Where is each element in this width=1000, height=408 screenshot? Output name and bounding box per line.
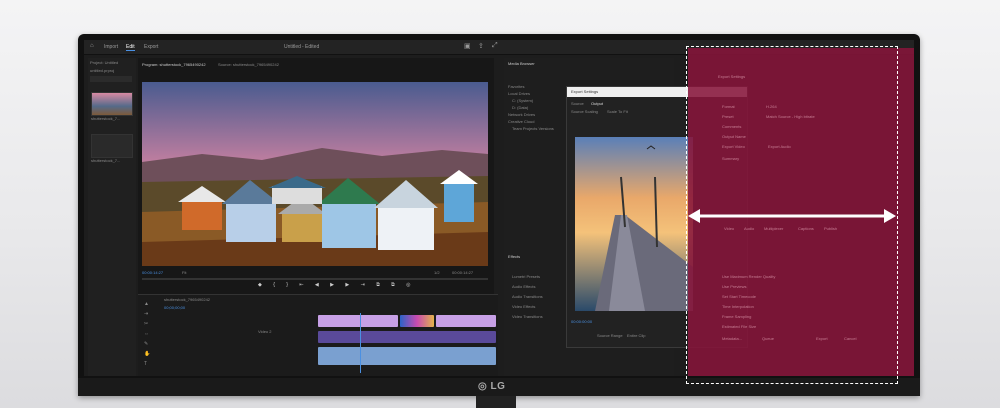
timeline-clip[interactable] [400,315,434,327]
project-title: Untitled [284,44,301,50]
timeline-panel: shutterstock_7965490242 00;00;00;00 ▲ ⇥ … [138,294,498,376]
program-duration: 00:00:14:27 [452,270,474,275]
playhead[interactable] [360,313,361,373]
media-browser-title[interactable]: Media Browser [508,61,535,66]
tab-import[interactable]: Import [104,44,118,50]
share-icon[interactable]: ⇪ [478,42,484,50]
clip-thumbnail[interactable] [91,92,133,116]
effects-title[interactable]: Effects [508,254,520,259]
resolution-dropdown[interactable]: 1/2 [434,270,440,275]
timeline-clip[interactable] [436,315,496,327]
selection-tool-icon[interactable]: ▲ [144,301,149,307]
effects-item[interactable]: Audio Effects [512,284,536,289]
fit-dropdown[interactable]: Fit [182,270,186,275]
timeline-timecode: 00;00;00;00 [164,305,186,310]
effects-item[interactable]: Lumetri Presets [512,274,540,279]
double-arrow-icon [688,209,896,223]
source-scaling-label: Source Scaling [571,109,598,114]
media-item[interactable]: Team Projects Versions [512,126,554,131]
clip-thumbnail[interactable] [91,134,133,158]
hand-tool-icon[interactable]: ✋ [144,351,150,357]
sequence-tab[interactable]: shutterstock_7965490242 [164,297,210,302]
slip-tool-icon[interactable]: ⇔ [144,331,149,337]
home-icon[interactable]: ⌂ [90,43,94,49]
fullscreen-icon[interactable]: ⤢ [492,42,498,50]
media-item[interactable]: Favorites [508,84,524,89]
dialog-timecode: 00:00:00:00 [571,319,593,324]
lg-logo: ◎ LG [478,381,506,392]
monitor-stand [476,396,516,408]
program-tab[interactable]: Program: shutterstock_7965490242 [142,62,206,67]
media-item[interactable]: Network Drives [508,112,535,117]
source-range-label: Source Range [597,333,623,338]
media-item[interactable]: D: (Data) [512,105,528,110]
workspace-icon[interactable]: ▣ [464,42,471,50]
type-tool-icon[interactable]: T [144,361,147,367]
clip-name: shutterstock_7... [91,158,121,163]
dialog-preview-image [575,137,693,311]
dialog-tab-source[interactable]: Source [571,101,584,106]
media-item[interactable]: C: (System) [512,98,533,103]
source-scaling-dropdown[interactable]: Scale To Fit [607,109,628,114]
effects-item[interactable]: Audio Transitions [512,294,543,299]
video-track-label: Video 2 [258,329,272,334]
project-file: untitled.prproj [90,68,115,73]
dialog-title: Export Settings [571,89,599,94]
tab-export[interactable]: Export [144,44,158,50]
program-frame-image [142,82,488,266]
project-panel: Project: Untitled untitled.prproj shutte… [88,58,136,376]
tab-edit[interactable]: Edit [126,44,135,51]
timeline-clip[interactable] [318,331,496,343]
program-timecode: 00:00:14:27 [142,270,164,275]
media-item[interactable]: Creative Cloud [508,119,534,124]
dialog-tab-output[interactable]: Output [591,101,603,106]
timeline-clip[interactable] [318,347,496,365]
media-item[interactable]: Local Drives [508,91,530,96]
program-monitor: Program: shutterstock_7965490242 Source:… [138,58,494,298]
effects-item[interactable]: Video Transitions [512,314,543,319]
effects-item[interactable]: Video Effects [512,304,535,309]
source-range-dropdown[interactable]: Entire Clip [627,333,645,338]
pen-tool-icon[interactable]: ✎ [144,341,148,347]
razor-tool-icon[interactable]: ✂ [144,321,148,327]
track-select-icon[interactable]: ⇥ [144,311,148,317]
playhead-bar[interactable] [142,278,488,280]
timeline-clip[interactable] [318,315,398,327]
project-header: Project: Untitled [90,60,119,65]
edited-status: - Edited [302,44,320,50]
project-search-input[interactable] [90,76,132,82]
clip-name: shutterstock_7... [91,116,121,121]
transport-controls[interactable]: ◆ { } ⇤ ◀ ▶ ▶ ⇥ ⧉ ⧉ ◎ [258,282,416,288]
source-tab[interactable]: Source: shutterstock_7965490242 [218,62,279,67]
